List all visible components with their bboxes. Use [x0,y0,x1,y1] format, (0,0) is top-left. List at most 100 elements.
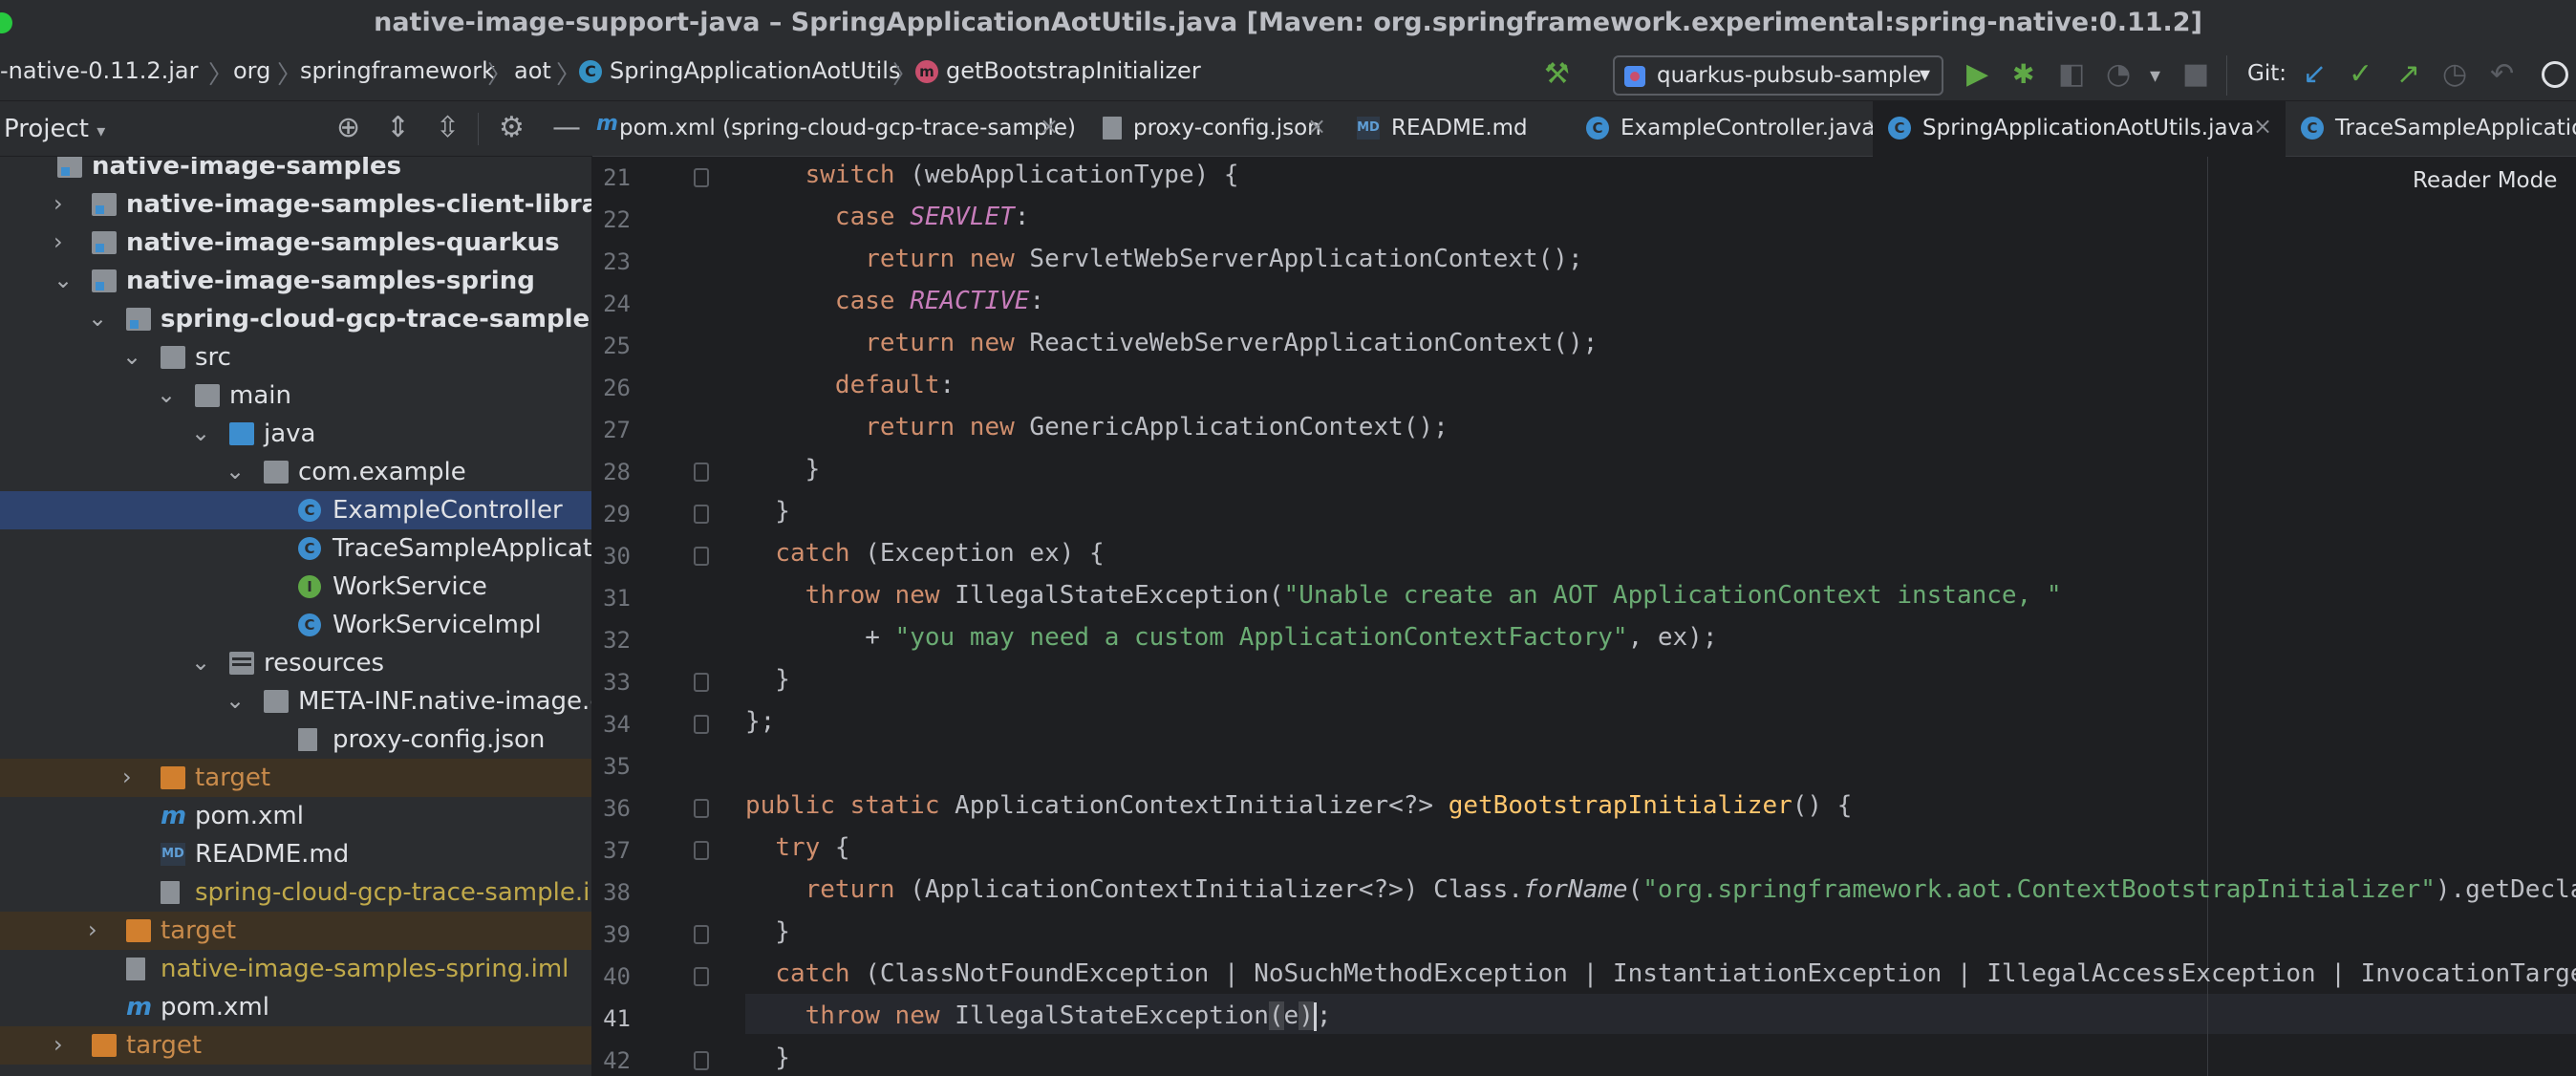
line-number[interactable]: 36 [592,795,631,822]
code-line[interactable]: catch (Exception ex) { [745,539,1104,568]
stop-icon[interactable]: ■ [2182,57,2209,92]
breadcrumb-springframework[interactable]: springframework [300,57,495,84]
fold-marker-icon[interactable] [694,1051,709,1070]
tree-item[interactable]: native-image-samples-spring.iml [0,950,591,988]
chevron-down-icon[interactable]: ⌄ [54,267,73,293]
code-line[interactable]: catch (ClassNotFoundException | NoSuchMe… [745,959,2576,988]
chevron-down-icon[interactable]: ⌄ [225,458,245,484]
debug-bug-icon[interactable]: ✱ [2012,57,2034,92]
tab-spring-application-aot-utils[interactable]: C SpringApplicationAotUtils.java × [1873,101,2286,161]
line-number[interactable]: 27 [592,417,631,443]
tree-item[interactable]: m pom.xml [0,988,591,1026]
git-commit-check-icon[interactable]: ✓ [2349,57,2372,92]
chevron-right-icon[interactable]: › [54,228,63,255]
reader-mode-button[interactable]: Reader Mode [2413,168,2557,193]
line-number[interactable]: 41 [592,1005,631,1032]
code-line[interactable]: } [745,1044,790,1072]
code-line[interactable]: throw new IllegalStateException("Unable … [745,581,2062,610]
collapse-all-icon[interactable]: ⇳ [436,111,460,144]
line-number[interactable]: 25 [592,333,631,359]
git-push-icon[interactable]: ↗ [2396,57,2420,92]
code-line[interactable]: try { [745,833,849,862]
profile-icon[interactable]: ◔ [2106,57,2131,92]
git-update-icon[interactable]: ↙ [2303,57,2327,92]
code-line[interactable]: } [745,665,790,694]
breadcrumb-aot[interactable]: aot [514,57,551,84]
tree-item[interactable]: ⌄ java [0,415,591,453]
more-run-options-chevron-icon[interactable]: ▾ [2150,59,2160,94]
chevron-right-icon[interactable]: › [54,190,63,217]
line-number[interactable]: 34 [592,711,631,738]
line-number[interactable]: 30 [592,543,631,570]
chevron-down-icon[interactable]: ⌄ [191,420,210,446]
tree-item[interactable]: › target [0,759,591,797]
git-history-clock-icon[interactable]: ◷ [2442,57,2467,92]
line-number[interactable]: 37 [592,837,631,864]
line-number[interactable]: 40 [592,963,631,990]
chevron-down-icon[interactable]: ⌄ [225,687,245,714]
run-configuration-selector[interactable]: quarkus-pubsub-sample ▾ [1613,55,1943,96]
fold-marker-icon[interactable] [694,505,709,524]
code-line[interactable]: } [745,917,790,946]
tree-item[interactable]: proxy-config.json [0,721,591,759]
build-hammer-icon[interactable]: ⚒ [1544,57,1570,92]
tree-item[interactable]: C ExampleController [0,491,591,529]
line-number[interactable]: 21 [592,164,631,191]
tab-trace-sample-application[interactable]: C TraceSampleApplication [2286,101,2576,157]
chevron-right-icon[interactable]: › [88,916,97,943]
tree-item[interactable]: › target [0,912,591,950]
tree-item[interactable]: native-image-samples [0,157,591,185]
git-rollback-icon[interactable]: ↶ [2490,57,2514,92]
tree-item[interactable]: › target [0,1026,591,1065]
code-line[interactable]: default: [745,371,955,399]
line-number[interactable]: 39 [592,921,631,948]
line-number[interactable]: 31 [592,585,631,612]
fold-marker-icon[interactable] [694,925,709,944]
chevron-right-icon[interactable]: › [54,1031,63,1058]
line-number[interactable]: 38 [592,879,631,906]
tab-example-controller[interactable]: C ExampleController.java × [1567,101,1884,157]
chevron-down-icon[interactable]: ⌄ [191,649,210,676]
breadcrumb-class[interactable]: C SpringApplicationAotUtils [579,57,900,84]
code-line[interactable]: }; [745,707,775,736]
line-number[interactable]: 22 [592,206,631,233]
code-line[interactable]: public static ApplicationContextInitiali… [745,791,1852,820]
breadcrumb-method[interactable]: m getBootstrapInitializer [915,57,1201,84]
chevron-down-icon[interactable]: ⌄ [157,381,176,408]
chevron-right-icon[interactable]: › [122,764,132,790]
tab-proxy-config[interactable]: proxy-config.json × [1089,101,1321,157]
code-line[interactable]: + "you may need a custom ApplicationCont… [745,623,1717,652]
line-number[interactable]: 29 [592,501,631,527]
tree-item[interactable]: ⌄ main [0,377,591,415]
tree-item[interactable]: MD README.md [0,835,591,873]
fold-marker-icon[interactable] [694,799,709,818]
close-icon[interactable]: × [1040,113,1059,140]
fold-marker-icon[interactable] [694,463,709,482]
close-icon[interactable]: × [2253,113,2272,140]
fold-marker-icon[interactable] [694,673,709,692]
code-line[interactable]: throw new IllegalStateException(e); [745,1001,1332,1031]
tree-item[interactable]: ⌄ native-image-samples-spring [0,262,591,300]
tab-pom-xml[interactable]: m pom.xml (spring-cloud-gcp-trace-sample… [592,101,1076,157]
tree-item[interactable]: ⌄ spring-cloud-gcp-trace-sample [0,300,591,338]
tree-item[interactable]: C WorkServiceImpl [0,606,591,644]
code-line[interactable]: case REACTIVE: [745,287,1044,315]
fold-marker-icon[interactable] [694,967,709,986]
tree-item[interactable]: m pom.xml [0,797,591,835]
expand-all-icon[interactable]: ⇕ [386,111,410,144]
tree-item[interactable]: › native-image-samples-quarkus [0,224,591,262]
tree-item[interactable]: ⌄ resources [0,644,591,682]
search-icon[interactable] [2542,61,2568,88]
tree-item[interactable]: C TraceSampleApplication [0,529,591,568]
code-line[interactable]: return (ApplicationContextInitializer<?>… [745,875,2576,904]
tree-item[interactable]: ⌄ src [0,338,591,377]
code-line[interactable]: return new ServletWebServerApplicationCo… [745,245,1582,273]
close-icon[interactable]: × [1307,101,1336,157]
fold-marker-icon[interactable] [694,547,709,566]
line-number[interactable]: 24 [592,291,631,317]
code-line[interactable]: switch (webApplicationType) { [745,161,1239,189]
line-number[interactable]: 32 [592,627,631,654]
line-number[interactable]: 33 [592,669,631,696]
tree-item[interactable]: › native-image-samples-client-library [0,185,591,224]
fold-marker-icon[interactable] [694,841,709,860]
